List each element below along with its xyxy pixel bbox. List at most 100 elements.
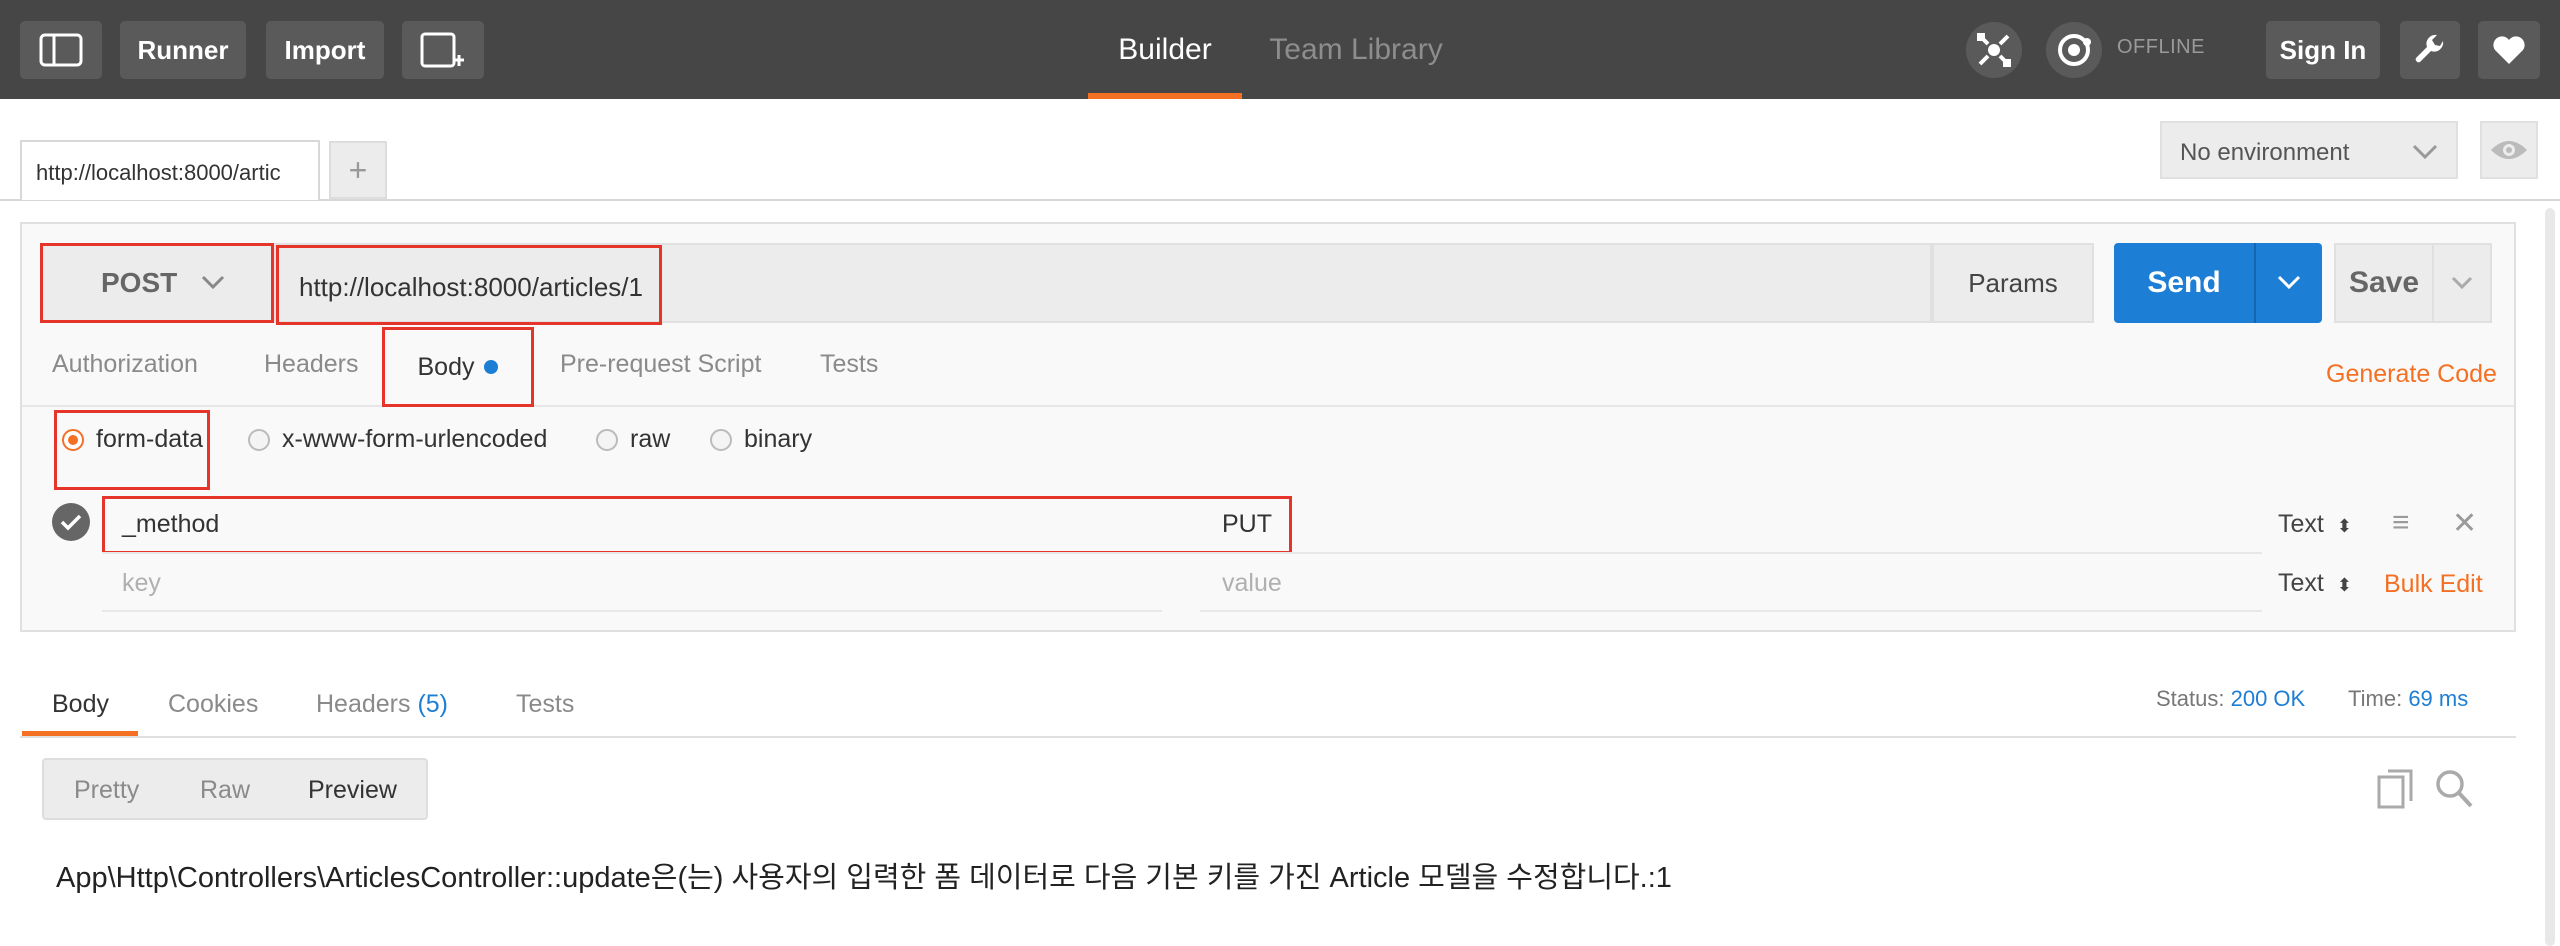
delete-row-icon[interactable]: ✕	[2452, 506, 2477, 541]
time-label: Time:	[2348, 686, 2403, 711]
builder-active-indicator	[1088, 93, 1242, 99]
response-time: Time: 69 ms	[2348, 686, 2468, 712]
import-button[interactable]: Import	[266, 21, 384, 79]
tab-authorization[interactable]: Authorization	[52, 350, 198, 379]
radio-unselected-icon	[248, 428, 270, 451]
save-button[interactable]: Save	[2334, 243, 2434, 323]
chevron-down-icon	[2412, 144, 2438, 160]
drag-handle-icon[interactable]: ≡	[2392, 506, 2410, 540]
url-value: http://localhost:8000/articles/1	[276, 245, 662, 325]
environment-quick-look-button[interactable]	[2480, 121, 2538, 179]
response-body-active-indicator	[22, 731, 138, 736]
sync-offline-icon	[2058, 34, 2091, 66]
runner-button[interactable]: Runner	[120, 21, 246, 79]
row-type-value: Text	[2278, 510, 2324, 538]
copy-icon[interactable]	[2376, 768, 2416, 810]
view-preview-button[interactable]: Preview	[308, 776, 397, 805]
new-row-type-select[interactable]: Text ⬍	[2278, 569, 2352, 598]
bulk-edit-link[interactable]: Bulk Edit	[2384, 570, 2483, 599]
response-tab-body[interactable]: Body	[52, 690, 109, 719]
radio-label: binary	[744, 425, 813, 453]
status-value: 200 OK	[2230, 686, 2306, 711]
row-enabled-checkbox[interactable]	[52, 503, 90, 541]
key-underline	[102, 610, 1162, 612]
chevron-down-icon	[202, 275, 225, 290]
response-tab-headers-label: Headers	[316, 690, 411, 718]
response-tab-tests[interactable]: Tests	[516, 690, 574, 719]
new-window-button[interactable]	[402, 21, 484, 79]
save-options-button[interactable]	[2432, 243, 2492, 323]
radio-unselected-icon	[596, 428, 618, 451]
radio-form-data[interactable]: form-data	[62, 425, 203, 454]
row-type-value: Text	[2278, 569, 2324, 597]
send-button[interactable]: Send	[2114, 243, 2254, 323]
form-key-field[interactable]: _method	[122, 510, 219, 539]
radio-raw[interactable]: raw	[596, 425, 670, 454]
form-value-field[interactable]: PUT	[1222, 510, 1272, 539]
environment-select-value: No environment	[2180, 139, 2350, 166]
top-toolbar: Runner Import Builder Team Library OFFLI…	[0, 0, 2560, 99]
view-raw-button[interactable]: Raw	[200, 776, 250, 805]
new-window-icon	[420, 32, 464, 68]
new-key-input[interactable]: key	[122, 569, 161, 598]
row-divider	[102, 552, 2262, 554]
satellite-icon	[1977, 33, 2011, 67]
check-icon	[60, 514, 82, 531]
sidebar-toggle-button[interactable]	[20, 21, 102, 79]
interceptor-button[interactable]	[1966, 22, 2022, 78]
time-value: 69 ms	[2408, 686, 2469, 711]
chevron-down-icon	[2451, 276, 2473, 290]
favorite-button[interactable]	[2478, 21, 2540, 79]
tab-tests[interactable]: Tests	[820, 350, 878, 379]
heart-icon	[2493, 36, 2525, 64]
page-scrollbar[interactable]	[2545, 208, 2555, 946]
sync-status-button[interactable]	[2046, 22, 2102, 78]
radio-unselected-icon	[710, 428, 732, 451]
view-pretty-button[interactable]: Pretty	[74, 776, 139, 805]
method-select[interactable]: POST	[40, 243, 274, 323]
tab-builder[interactable]: Builder	[1088, 0, 1242, 99]
radio-label: form-data	[96, 425, 203, 453]
chevron-down-icon	[2277, 275, 2301, 290]
offline-status-label: OFFLINE	[2117, 36, 2205, 58]
sidebar-icon	[39, 33, 83, 67]
headers-count-badge: (5)	[417, 690, 449, 718]
sign-in-button[interactable]: Sign In	[2266, 21, 2380, 79]
radio-x-www-form-urlencoded[interactable]: x-www-form-urlencoded	[248, 425, 547, 454]
response-tab-headers[interactable]: Headers (5)	[316, 690, 448, 719]
radio-label: raw	[630, 425, 671, 453]
status-label: Status:	[2156, 686, 2225, 711]
response-body-text: App\Http\Controllers\ArticlesController:…	[56, 862, 1672, 894]
response-status: Status: 200 OK	[2156, 686, 2305, 712]
radio-binary[interactable]: binary	[710, 425, 812, 454]
environment-select[interactable]: No environment	[2160, 121, 2458, 179]
tab-headers[interactable]: Headers	[264, 350, 359, 379]
generate-code-link[interactable]: Generate Code	[2326, 360, 2497, 389]
tab-body-label: Body	[417, 352, 475, 381]
request-tab[interactable]: http://localhost:8000/artic	[20, 140, 320, 200]
response-tab-cookies[interactable]: Cookies	[168, 690, 258, 719]
send-options-button[interactable]	[2254, 243, 2322, 323]
row-type-select[interactable]: Text ⬍	[2278, 510, 2352, 539]
eye-icon	[2491, 141, 2527, 159]
tab-body[interactable]: Body	[382, 327, 534, 407]
response-tabs-divider	[20, 736, 2516, 738]
method-value: POST	[101, 267, 178, 298]
settings-button[interactable]	[2400, 21, 2460, 79]
radio-label: x-www-form-urlencoded	[282, 425, 548, 453]
url-input[interactable]: http://localhost:8000/articles/1	[274, 243, 1932, 325]
value-underline	[1200, 610, 2262, 612]
body-modified-dot	[484, 360, 499, 374]
form-row-highlight	[102, 496, 1292, 554]
search-icon[interactable]	[2434, 768, 2474, 810]
sort-arrows-icon: ⬍	[2336, 575, 2352, 595]
tab-team-library[interactable]: Team Library	[1260, 0, 1452, 99]
tab-pre-request-script[interactable]: Pre-request Script	[560, 350, 761, 379]
radio-selected-icon	[62, 428, 84, 451]
wrench-icon	[2415, 34, 2444, 63]
new-value-input[interactable]: value	[1222, 569, 1282, 598]
tab-bar-divider	[0, 199, 2560, 201]
sort-arrows-icon: ⬍	[2336, 516, 2352, 536]
params-button[interactable]: Params	[1932, 243, 2094, 323]
add-tab-button[interactable]: +	[329, 141, 387, 199]
